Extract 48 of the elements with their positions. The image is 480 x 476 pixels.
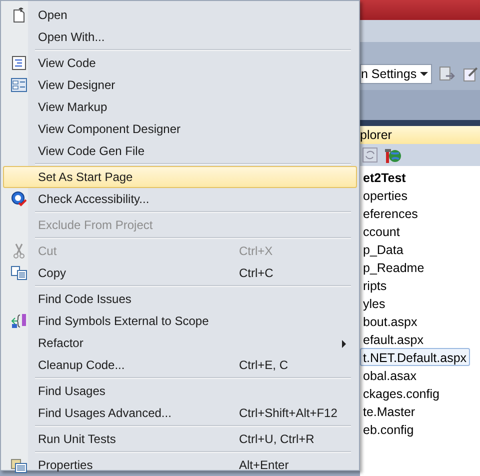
menu-item[interactable]: Properties Alt+Enter	[3, 454, 357, 476]
tree-item[interactable]: obal.asax	[360, 366, 420, 384]
scissors-icon	[13, 243, 25, 259]
menu-item[interactable]: View Component Designer	[3, 118, 357, 140]
tree-item[interactable]: eb.config	[360, 420, 417, 438]
menu-item[interactable]: View Code	[3, 52, 357, 74]
panel-title: plorer	[360, 126, 480, 144]
menu-item[interactable]: View Designer	[3, 74, 357, 96]
copy-icon	[11, 266, 27, 280]
designer-view-icon	[11, 78, 27, 92]
tree-item[interactable]: p_Data	[360, 240, 406, 258]
tree-item[interactable]: operties	[360, 186, 410, 204]
tree-item[interactable]: bout.aspx	[360, 312, 420, 330]
menu-item[interactable]: Find Symbols External to Scope	[3, 310, 357, 332]
code-view-icon	[12, 56, 26, 70]
menu-item[interactable]: Cleanup Code... Ctrl+E, C	[3, 354, 357, 376]
menu-item[interactable]: Find Code Issues	[3, 288, 357, 310]
tree-item[interactable]: p_Readme	[360, 258, 428, 276]
globe-hammer-icon[interactable]	[384, 146, 402, 164]
tree-item[interactable]: yles	[360, 294, 388, 312]
configuration-dropdown[interactable]: n Settings	[360, 64, 432, 84]
menu-item[interactable]: View Markup	[3, 96, 357, 118]
menu-item[interactable]: Open With...	[3, 26, 357, 48]
tree-item[interactable]: ccount	[360, 222, 403, 240]
tree-item[interactable]: te.Master	[360, 402, 418, 420]
menu-item[interactable]: Set As Start Page	[3, 166, 357, 188]
properties-icon	[11, 457, 27, 473]
page-icon	[12, 7, 26, 23]
check-globe-icon	[11, 191, 27, 207]
menu-item[interactable]: Run Unit Tests Ctrl+U, Ctrl+R	[3, 428, 357, 450]
menu-item[interactable]: Open	[3, 4, 357, 26]
tree-item[interactable]: t.NET.Default.aspx	[360, 348, 470, 366]
submenu-arrow-icon	[342, 340, 346, 348]
tree-item[interactable]: et2Test	[360, 168, 409, 186]
menu-item[interactable]: Find Usages	[3, 380, 357, 402]
tree-item[interactable]: ripts	[360, 276, 390, 294]
menu-item[interactable]: Check Accessibility...	[3, 188, 357, 210]
tree-item[interactable]: eferences	[360, 204, 421, 222]
document-arrow-icon[interactable]	[438, 65, 456, 83]
menu-item[interactable]: View Code Gen File	[3, 140, 357, 162]
symbols-icon	[11, 313, 27, 329]
tree-item[interactable]: efault.aspx	[360, 330, 426, 348]
menu-item[interactable]: Copy Ctrl+C	[3, 262, 357, 284]
menu-item[interactable]: Refactor	[3, 332, 357, 354]
tree-item[interactable]: ckages.config	[360, 384, 442, 402]
edit-icon[interactable]	[462, 65, 480, 83]
refresh-icon[interactable]	[362, 147, 378, 163]
menu-item[interactable]: Find Usages Advanced... Ctrl+Shift+Alt+F12	[3, 402, 357, 424]
